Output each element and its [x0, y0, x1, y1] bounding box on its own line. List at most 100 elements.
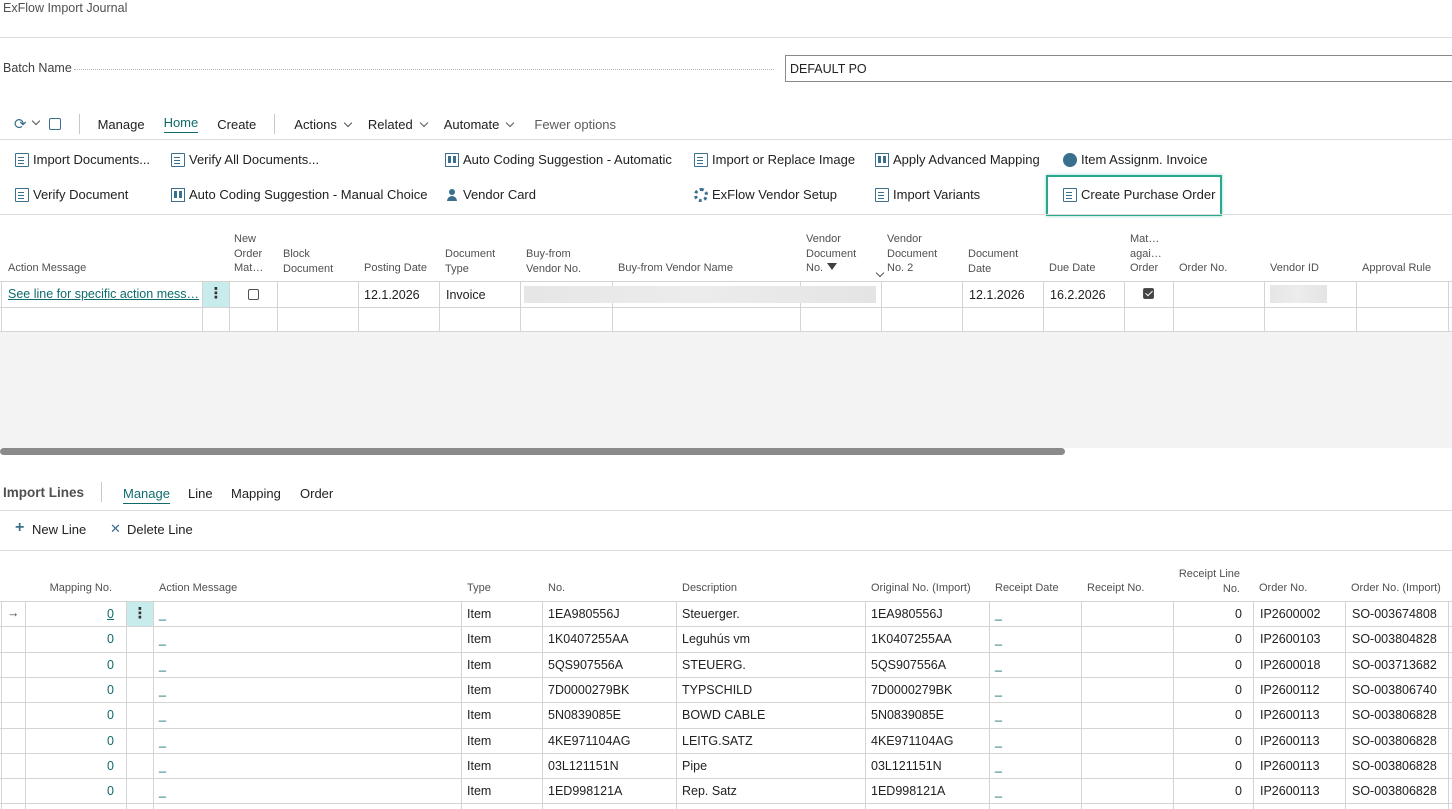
- col-new-order-match[interactable]: New Order Mat…: [234, 232, 263, 276]
- action-message-cell[interactable]: _: [159, 708, 166, 722]
- mapping-no-cell[interactable]: 0: [30, 759, 114, 773]
- copilot-icon[interactable]: ⟳: [14, 115, 27, 133]
- original-no-cell[interactable]: 7D0000279BK: [871, 683, 952, 697]
- receipt-line-no-cell[interactable]: 0: [1175, 658, 1242, 672]
- no-cell[interactable]: 03L121151N: [548, 759, 619, 773]
- chevron-down-icon[interactable]: [875, 268, 885, 278]
- apply-advanced-mapping-button[interactable]: Apply Advanced Mapping: [875, 152, 1040, 167]
- posting-date-cell[interactable]: 12.1.2026: [364, 288, 420, 302]
- original-no-cell[interactable]: 4KE971104AG: [871, 734, 953, 748]
- col-type[interactable]: Type: [467, 581, 491, 596]
- order-no-cell[interactable]: IP2600018: [1260, 658, 1320, 672]
- col-buy-from-vendor-name[interactable]: Buy-from Vendor Name: [618, 261, 733, 276]
- tab-manage[interactable]: Manage: [98, 117, 145, 132]
- tab-create[interactable]: Create: [217, 117, 256, 132]
- tab-home[interactable]: Home: [163, 115, 199, 133]
- action-message-cell[interactable]: _: [159, 759, 166, 773]
- receipt-line-no-cell[interactable]: 0: [1175, 734, 1242, 748]
- import-documents-button[interactable]: Import Documents...: [15, 152, 150, 167]
- receipt-line-no-cell[interactable]: 0: [1175, 632, 1242, 646]
- original-no-cell[interactable]: 1K0407255AA: [871, 632, 952, 646]
- no-cell[interactable]: 1ED998121A: [548, 784, 622, 798]
- description-cell[interactable]: Pipe: [682, 759, 707, 773]
- original-no-cell[interactable]: 5N0839085E: [871, 708, 944, 722]
- verify-document-button[interactable]: Verify Document: [15, 187, 128, 202]
- import-replace-image-button[interactable]: Import or Replace Image: [694, 152, 855, 167]
- order-no-cell[interactable]: IP2600103: [1260, 632, 1320, 646]
- description-cell[interactable]: Steuerger.: [682, 607, 740, 621]
- order-no-cell[interactable]: IP2600113: [1260, 759, 1320, 773]
- document-date-cell[interactable]: 12.1.2026: [969, 288, 1025, 302]
- receipt-date-cell[interactable]: _: [995, 708, 1002, 722]
- original-no-cell[interactable]: 1ED998121A: [871, 784, 945, 798]
- mapping-no-cell[interactable]: 0: [30, 734, 114, 748]
- type-cell[interactable]: Item: [467, 607, 491, 621]
- order-no-cell[interactable]: IP2600002: [1260, 607, 1320, 621]
- action-message-cell[interactable]: _: [159, 658, 166, 672]
- col-buy-from-vendor-no[interactable]: Buy-from Vendor No.: [526, 247, 581, 276]
- no-cell[interactable]: 1K0407255AA: [548, 632, 629, 646]
- receipt-date-cell[interactable]: _: [995, 632, 1002, 646]
- col-mapping-no[interactable]: Mapping No.: [30, 581, 112, 596]
- lines-tab-mapping[interactable]: Mapping: [231, 486, 281, 501]
- col-action-message[interactable]: Action Message: [159, 581, 237, 596]
- menu-actions[interactable]: Actions: [294, 117, 353, 132]
- batch-name-field[interactable]: DEFAULT PO: [785, 55, 1452, 82]
- receipt-line-no-cell[interactable]: 0: [1175, 784, 1242, 798]
- description-cell[interactable]: BOWD CABLE: [682, 708, 765, 722]
- col-posting-date[interactable]: Posting Date: [364, 261, 427, 276]
- col-document-type[interactable]: Document Type: [445, 247, 495, 276]
- new-order-checkbox[interactable]: [248, 289, 259, 300]
- receipt-date-cell[interactable]: _: [995, 683, 1002, 697]
- import-variants-button[interactable]: Import Variants: [875, 187, 980, 202]
- item-assignm-invoice-button[interactable]: Item Assignm. Invoice: [1063, 152, 1207, 167]
- receipt-date-cell[interactable]: _: [995, 734, 1002, 748]
- order-no-import-cell[interactable]: SO-003806828: [1352, 759, 1437, 773]
- order-no-import-cell[interactable]: SO-003713682: [1352, 658, 1437, 672]
- type-cell[interactable]: Item: [467, 658, 491, 672]
- type-cell[interactable]: Item: [467, 759, 491, 773]
- col-order-no[interactable]: Order No.: [1179, 261, 1227, 276]
- mapping-no-cell[interactable]: 0: [30, 683, 114, 697]
- col-vendor-id[interactable]: Vendor ID: [1270, 261, 1319, 276]
- filter-icon[interactable]: [827, 263, 837, 270]
- type-cell[interactable]: Item: [467, 683, 491, 697]
- menu-related[interactable]: Related: [368, 117, 428, 132]
- receipt-line-no-cell[interactable]: 0: [1175, 708, 1242, 722]
- col-approval-rule[interactable]: Approval Rule: [1362, 261, 1431, 276]
- col-receipt-date[interactable]: Receipt Date: [995, 581, 1059, 596]
- original-no-cell[interactable]: 1EA980556J: [871, 607, 943, 621]
- description-cell[interactable]: STEUERG.: [682, 658, 746, 672]
- col-order-no[interactable]: Order No.: [1259, 581, 1307, 596]
- receipt-date-cell[interactable]: _: [995, 759, 1002, 773]
- auto-coding-manual-button[interactable]: Auto Coding Suggestion - Manual Choice: [171, 187, 427, 202]
- fewer-options-button[interactable]: Fewer options: [534, 117, 616, 132]
- receipt-date-cell[interactable]: _: [995, 607, 1002, 621]
- document-type-cell[interactable]: Invoice: [446, 288, 486, 302]
- mapping-no-cell[interactable]: 0: [30, 658, 114, 672]
- action-message-cell[interactable]: _: [159, 632, 166, 646]
- lines-tab-manage[interactable]: Manage: [123, 486, 170, 504]
- order-no-cell[interactable]: IP2600113: [1260, 708, 1320, 722]
- order-no-import-cell[interactable]: SO-003806828: [1352, 708, 1437, 722]
- lines-tab-order[interactable]: Order: [300, 486, 333, 501]
- order-no-import-cell[interactable]: SO-003806828: [1352, 784, 1437, 798]
- action-message-cell[interactable]: _: [159, 607, 166, 621]
- lines-tab-line[interactable]: Line: [188, 486, 213, 501]
- type-cell[interactable]: Item: [467, 632, 491, 646]
- row-actions-kebab-icon[interactable]: ⋮: [127, 602, 153, 626]
- open-in-window-icon[interactable]: [48, 118, 61, 130]
- order-no-import-cell[interactable]: SO-003804828: [1352, 632, 1437, 646]
- col-action-message[interactable]: Action Message: [8, 261, 86, 276]
- description-cell[interactable]: TYPSCHILD: [682, 683, 752, 697]
- description-cell[interactable]: Leguhús vm: [682, 632, 750, 646]
- match-order-checkbox[interactable]: [1143, 288, 1154, 299]
- chevron-down-icon[interactable]: [31, 116, 40, 126]
- description-cell[interactable]: Rep. Satz: [682, 784, 737, 798]
- exflow-vendor-setup-button[interactable]: ExFlow Vendor Setup: [694, 187, 837, 202]
- col-vendor-document-no2[interactable]: Vendor Document No. 2: [887, 232, 937, 276]
- original-no-cell[interactable]: 5QS907556A: [871, 658, 946, 672]
- order-no-cell[interactable]: IP2600113: [1260, 734, 1320, 748]
- no-cell[interactable]: 1EA980556J: [548, 607, 620, 621]
- mapping-no-cell[interactable]: 0: [30, 784, 114, 798]
